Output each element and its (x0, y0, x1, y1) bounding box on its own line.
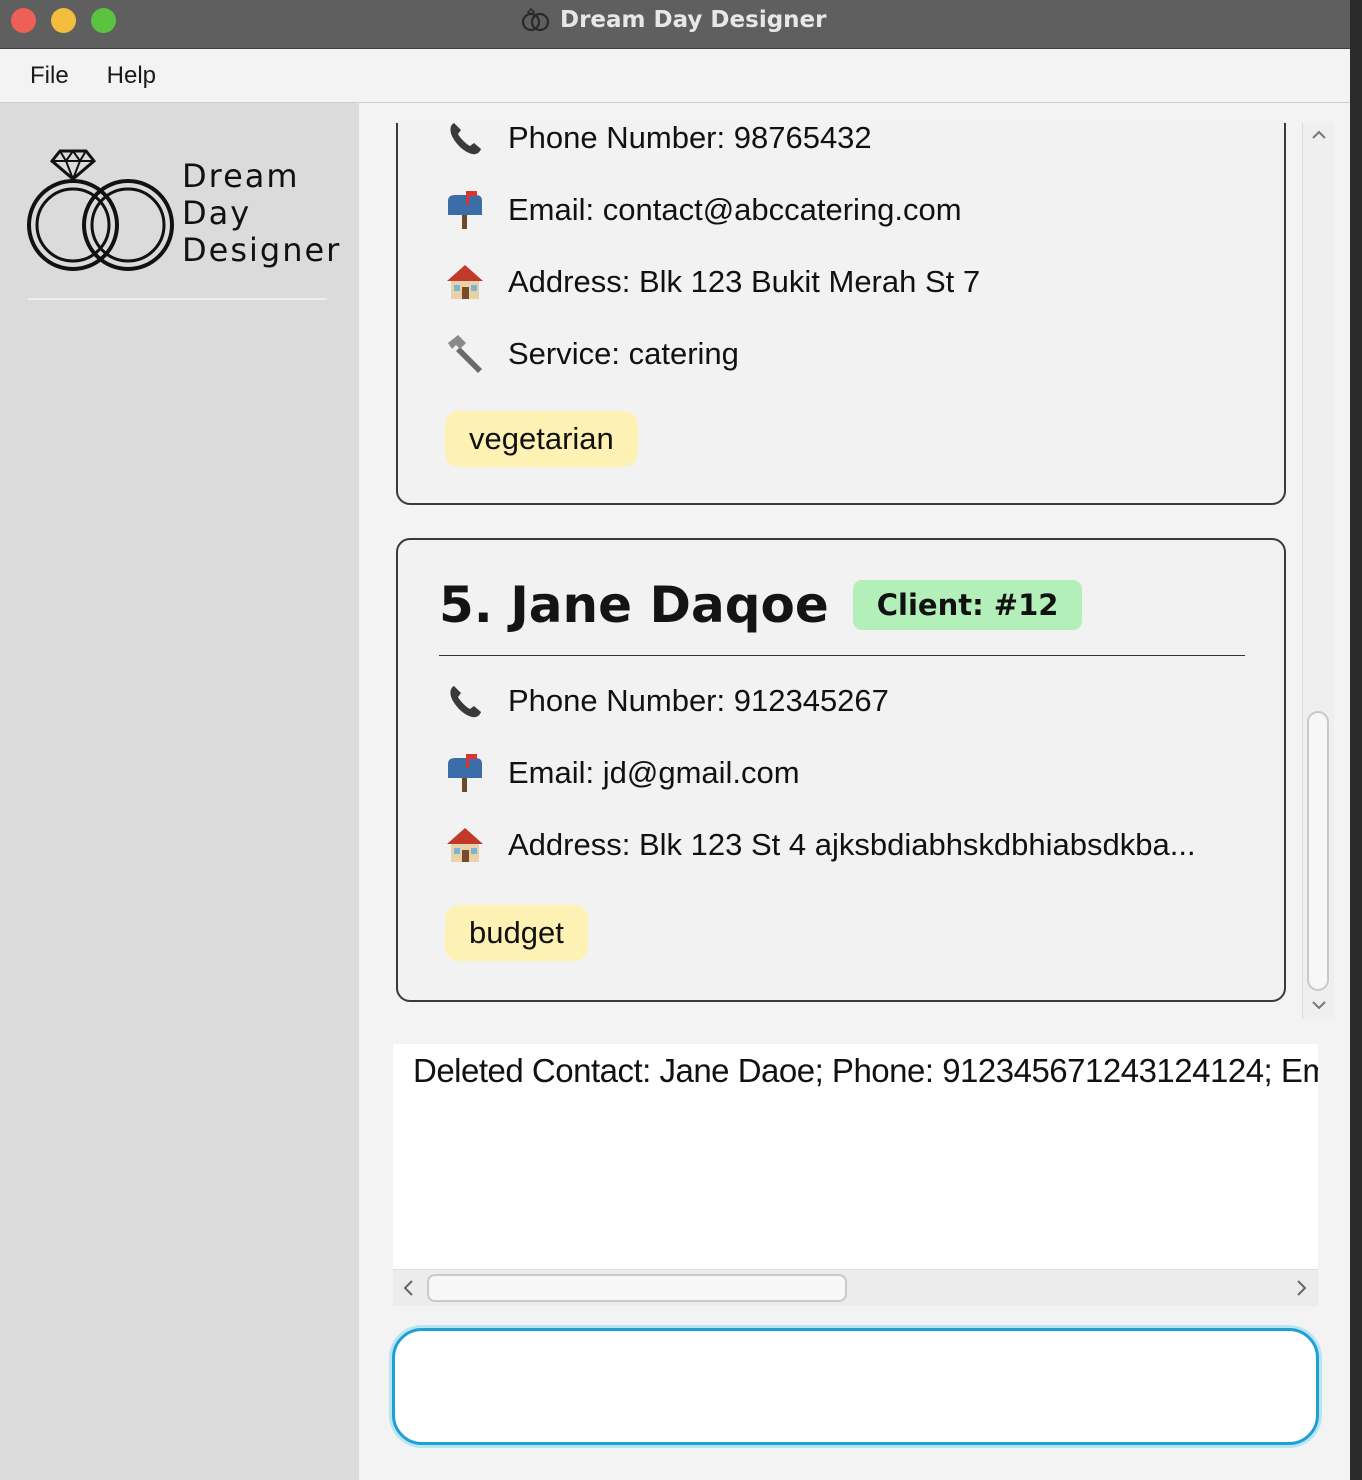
scrollbar-thumb[interactable] (1307, 711, 1329, 991)
background-window-edge (1350, 0, 1362, 1480)
contact-service: Service: catering (508, 336, 739, 371)
contact-address: Address: Blk 123 St 4 ajksbdiabhskdbhiab… (508, 827, 1196, 862)
close-window-button[interactable] (11, 8, 36, 33)
result-message: Deleted Contact: Jane Daoe; Phone: 91234… (413, 1052, 1318, 1089)
menu-bar: File Help (0, 49, 1350, 103)
main-panel: Phone Number: 98765432 Email: contact@ab… (359, 103, 1350, 1480)
logo-line-day: Day (182, 194, 252, 232)
contact-card[interactable]: Phone Number: 98765432 Email: contact@ab… (396, 123, 1286, 505)
zoom-window-button[interactable] (91, 8, 116, 33)
menu-file[interactable]: File (30, 62, 69, 90)
contact-list[interactable]: Phone Number: 98765432 Email: contact@ab… (359, 123, 1301, 1021)
house-icon (444, 261, 486, 303)
telephone-icon (444, 123, 486, 159)
contact-email: Email: contact@abccatering.com (508, 192, 962, 227)
logo-wordmark: Dream Day Designer (182, 158, 341, 269)
telephone-icon (444, 680, 486, 722)
mailbox-icon (444, 752, 486, 794)
house-icon (444, 824, 486, 866)
contact-tag: budget (445, 905, 588, 961)
hammer-icon (444, 333, 486, 375)
menu-help[interactable]: Help (107, 62, 156, 90)
logo-line-dream: Dream (182, 157, 300, 195)
contact-email-row: Email: contact@abccatering.com (444, 187, 962, 233)
contact-phone: Phone Number: 98765432 (508, 123, 872, 155)
mailbox-icon (444, 189, 486, 231)
contact-service-row: Service: catering (444, 331, 739, 377)
contact-email-row: Email: jd@gmail.com (444, 750, 800, 796)
contact-card-header: 5. Jane Daqoe Client: #12 (439, 576, 1083, 634)
chevron-up-icon[interactable] (1309, 125, 1329, 145)
contact-address-row: Address: Blk 123 Bukit Merah St 7 (444, 259, 980, 305)
contact-phone: Phone Number: 912345267 (508, 683, 889, 718)
contact-name: 5. Jane Daqoe (439, 576, 829, 634)
result-display[interactable]: Deleted Contact: Jane Daoe; Phone: 91234… (393, 1044, 1318, 1269)
chevron-left-icon[interactable] (399, 1278, 419, 1298)
sidebar-divider (28, 298, 327, 300)
sidebar: Dream Day Designer (0, 103, 359, 1480)
contact-phone-row: Phone Number: 912345267 (444, 678, 889, 724)
contact-tag: vegetarian (445, 411, 638, 467)
command-input[interactable] (392, 1328, 1319, 1445)
contact-list-scrollbar[interactable] (1302, 123, 1334, 1019)
client-badge: Client: #12 (852, 580, 1083, 630)
contact-phone-row: Phone Number: 98765432 (444, 123, 872, 161)
window-title-group: Dream Day Designer (520, 6, 826, 34)
scrollbar-thumb[interactable] (427, 1274, 847, 1302)
contact-address: Address: Blk 123 Bukit Merah St 7 (508, 264, 981, 299)
contact-email: Email: jd@gmail.com (508, 755, 800, 790)
chevron-down-icon[interactable] (1309, 995, 1329, 1015)
minimize-window-button[interactable] (51, 8, 76, 33)
result-horizontal-scrollbar[interactable] (393, 1269, 1318, 1306)
window-title: Dream Day Designer (560, 7, 827, 33)
chevron-right-icon[interactable] (1291, 1278, 1311, 1298)
window-titlebar: Dream Day Designer (0, 0, 1350, 49)
card-divider (439, 655, 1245, 656)
rings-icon (521, 8, 550, 32)
contact-card[interactable]: 5. Jane Daqoe Client: #12 Phone Number: … (396, 538, 1286, 1002)
contact-address-row: Address: Blk 123 St 4 ajksbdiabhskdbhiab… (444, 822, 1196, 868)
logo-line-designer: Designer (182, 231, 342, 269)
